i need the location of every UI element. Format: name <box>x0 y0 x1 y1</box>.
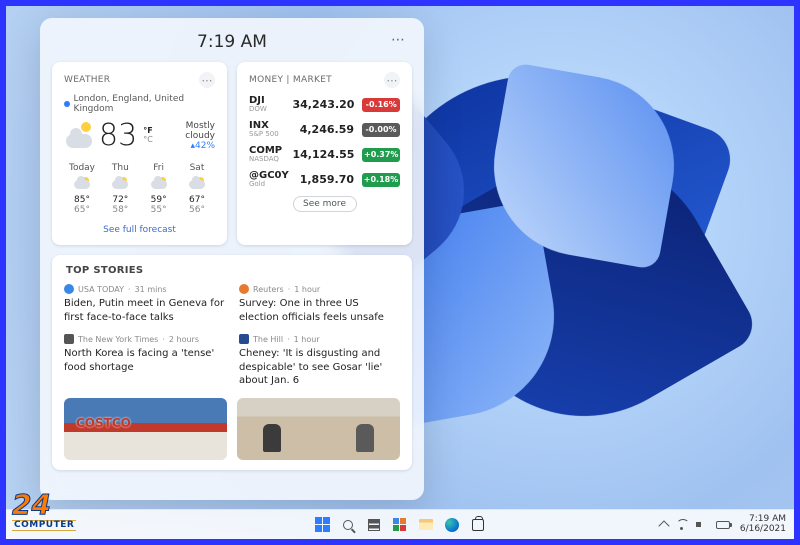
weather-forecast: Today85°65° Thu72°58° Fri59°55° Sat67°56… <box>64 163 215 215</box>
story-item[interactable]: The Hill · 1 hour Cheney: 'It is disgust… <box>239 334 400 388</box>
widgets-button[interactable] <box>389 514 411 536</box>
money-see-more-link[interactable]: See more <box>293 196 357 212</box>
weather-forecast-link[interactable]: See full forecast <box>64 225 215 235</box>
weather-more-button[interactable]: ⋯ <box>199 72 215 88</box>
edge-button[interactable] <box>441 514 463 536</box>
volume-icon[interactable] <box>696 520 708 530</box>
wifi-icon[interactable] <box>676 520 688 530</box>
source-icon <box>64 284 74 294</box>
market-row[interactable]: INXS&P 5004,246.59-0.00% <box>249 121 400 138</box>
top-stories-card: TOP STORIES USA TODAY · 31 mins Biden, P… <box>52 255 412 470</box>
widgets-panel: 7:19 AM ⋯ WEATHER ⋯ London, England, Uni… <box>40 18 424 500</box>
taskbar: 7:19 AM 6/16/2021 <box>6 509 794 539</box>
weather-temp: 83 <box>99 118 137 153</box>
system-tray: 7:19 AM 6/16/2021 <box>660 515 786 535</box>
battery-icon[interactable] <box>716 521 730 529</box>
file-explorer-button[interactable] <box>415 514 437 536</box>
story-item[interactable]: Reuters · 1 hour Survey: One in three US… <box>239 284 400 324</box>
story-thumbnail[interactable] <box>237 398 400 460</box>
weather-icon <box>64 122 93 150</box>
source-icon <box>239 334 249 344</box>
microsoft-store-button[interactable] <box>467 514 489 536</box>
market-row[interactable]: COMPNASDAQ14,124.55+0.37% <box>249 146 400 163</box>
weather-card[interactable]: WEATHER ⋯ London, England, United Kingdo… <box>52 62 227 245</box>
widgets-clock: 7:19 AM <box>197 32 267 52</box>
weather-units[interactable]: °F°C <box>143 127 153 145</box>
tray-chevron-icon[interactable] <box>658 520 669 531</box>
start-button[interactable] <box>311 514 333 536</box>
source-icon <box>64 334 74 344</box>
top-stories-title: TOP STORIES <box>66 265 400 276</box>
task-view-button[interactable] <box>363 514 385 536</box>
weather-title: WEATHER <box>64 75 110 85</box>
desktop-wallpaper: 7:19 AM ⋯ WEATHER ⋯ London, England, Uni… <box>6 6 794 539</box>
source-icon <box>239 284 249 294</box>
taskbar-clock[interactable]: 7:19 AM 6/16/2021 <box>740 515 786 535</box>
money-card[interactable]: MONEY | MARKET ⋯ DJIDOW34,243.20-0.16% I… <box>237 62 412 245</box>
story-item[interactable]: USA TODAY · 31 mins Biden, Putin meet in… <box>64 284 225 324</box>
search-button[interactable] <box>337 514 359 536</box>
money-title: MONEY | MARKET <box>249 75 332 85</box>
weather-location: London, England, United Kingdom <box>64 94 215 114</box>
money-more-button[interactable]: ⋯ <box>384 72 400 88</box>
widgets-more-button[interactable]: ⋯ <box>391 32 406 48</box>
story-thumbnail[interactable] <box>64 398 227 460</box>
watermark-logo: 24 COMPUTER <box>12 490 76 531</box>
market-row[interactable]: DJIDOW34,243.20-0.16% <box>249 96 400 113</box>
market-row[interactable]: @GC0YGold1,859.70+0.18% <box>249 171 400 188</box>
taskbar-apps <box>311 514 489 536</box>
weather-condition: Mostly cloudy ▴42% <box>159 121 215 151</box>
story-item[interactable]: The New York Times · 2 hours North Korea… <box>64 334 225 388</box>
